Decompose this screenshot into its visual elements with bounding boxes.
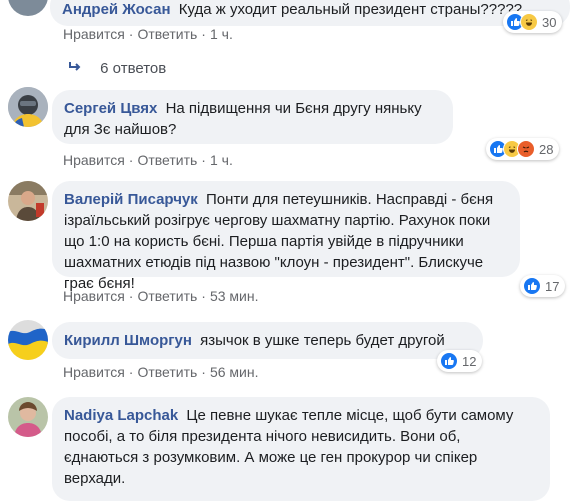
avatar[interactable]: [8, 397, 48, 437]
avatar[interactable]: [8, 320, 48, 360]
separator: ·: [201, 364, 206, 380]
like-icon: [523, 277, 541, 295]
angry-icon: [517, 140, 535, 158]
timestamp[interactable]: 1 ч.: [210, 26, 233, 42]
reaction-summary[interactable]: 30: [503, 11, 563, 33]
timestamp[interactable]: 1 ч.: [210, 152, 233, 168]
comment-bubble: Валерій Писарчук Понти для петеушників. …: [52, 181, 520, 292]
reply-arrow-icon: [68, 60, 86, 77]
avatar[interactable]: [8, 87, 48, 127]
comment-text: Куда ж уходит реальный президент страны?…: [178, 1, 523, 18]
like-link[interactable]: Нравится: [63, 152, 125, 168]
comment-bubble: Кирилл Шморгун язычок в ушке теперь буде…: [52, 322, 483, 359]
reaction-count: 12: [462, 353, 477, 369]
reaction-count: 28: [539, 141, 554, 157]
reply-link[interactable]: Ответить: [137, 26, 197, 42]
reply-link[interactable]: Ответить: [137, 152, 197, 168]
separator: ·: [201, 288, 206, 304]
comment-actions: Нравится · Ответить · 56 мин.: [63, 364, 259, 380]
comment-author[interactable]: Андрей Жосан: [62, 1, 171, 18]
reaction-count: 30: [542, 14, 557, 30]
timestamp[interactable]: 56 мин.: [210, 364, 259, 380]
view-replies-link[interactable]: 6 ответов: [68, 60, 166, 77]
comment-bubble: Андрей Жосан Куда ж уходит реальный през…: [50, 0, 570, 26]
reaction-summary[interactable]: 17: [520, 275, 566, 297]
comment-bubble: Сергей Цвях На підвищення чи Бєня другу …: [52, 90, 453, 144]
reply-link[interactable]: Ответить: [137, 364, 197, 380]
reply-link[interactable]: Ответить: [137, 288, 197, 304]
comment-actions: Нравится · Ответить · 1 ч.: [63, 26, 233, 42]
separator: ·: [128, 364, 134, 380]
comment-bubble: Nadiya Lapchak Це певне шукає тепле місц…: [52, 397, 550, 501]
haha-icon: [520, 13, 538, 31]
separator: ·: [128, 152, 134, 168]
separator: ·: [201, 26, 206, 42]
comment-actions: Нравится · Ответить · 53 мин.: [63, 288, 259, 304]
separator: ·: [128, 26, 134, 42]
comment-author[interactable]: Nadiya Lapchak: [64, 407, 178, 424]
like-link[interactable]: Нравится: [63, 364, 125, 380]
like-link[interactable]: Нравится: [63, 26, 125, 42]
reaction-summary[interactable]: 28: [486, 138, 560, 160]
comment-actions: Нравится · Ответить · 1 ч.: [63, 152, 233, 168]
comment-author[interactable]: Кирилл Шморгун: [64, 332, 192, 349]
separator: ·: [201, 152, 206, 168]
timestamp[interactable]: 53 мин.: [210, 288, 259, 304]
avatar[interactable]: [8, 181, 48, 221]
comment-author[interactable]: Сергей Цвях: [64, 100, 157, 117]
comment-author[interactable]: Валерій Писарчук: [64, 191, 198, 208]
avatar[interactable]: [8, 0, 48, 16]
reaction-count: 17: [545, 278, 560, 294]
like-link[interactable]: Нравится: [63, 288, 125, 304]
replies-count[interactable]: 6 ответов: [100, 60, 166, 77]
separator: ·: [128, 288, 134, 304]
like-icon: [440, 352, 458, 370]
reaction-summary[interactable]: 12: [437, 350, 483, 372]
comment-text: язычок в ушке теперь будет другой: [200, 332, 445, 349]
